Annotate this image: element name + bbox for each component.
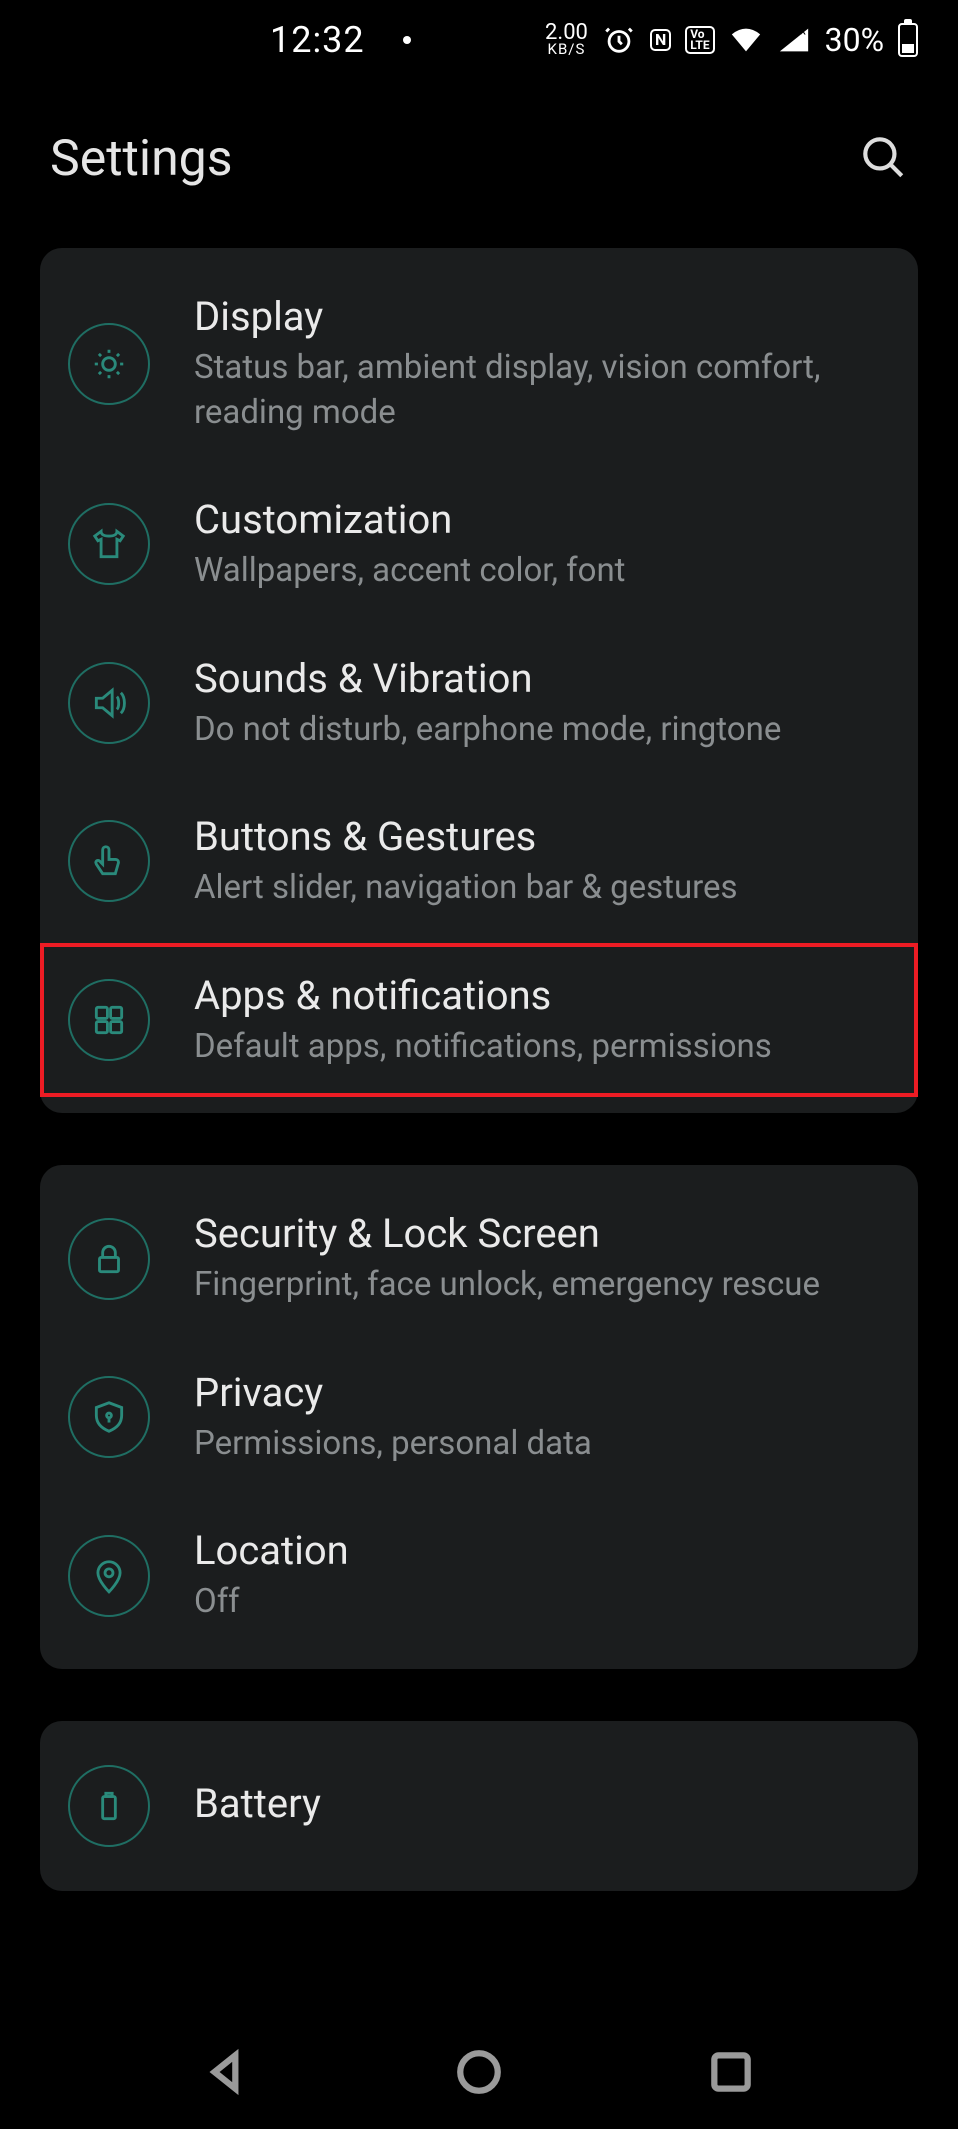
status-bar: 12:32 2.00 KB/S N VoLTE x 30% xyxy=(0,0,958,80)
settings-item-subtitle: Status bar, ambient display, vision comf… xyxy=(194,346,888,435)
settings-group: Security & Lock Screen Fingerprint, face… xyxy=(40,1165,918,1669)
settings-item-sounds[interactable]: Sounds & Vibration Do not disturb, earph… xyxy=(40,624,918,783)
shield-icon xyxy=(68,1376,150,1458)
brightness-icon xyxy=(68,323,150,405)
settings-item-title: Display xyxy=(194,292,888,342)
settings-group: Display Status bar, ambient display, vis… xyxy=(40,248,918,1113)
apps-icon xyxy=(68,979,150,1061)
tshirt-icon xyxy=(68,503,150,585)
nfc-icon: N xyxy=(650,29,671,51)
speaker-icon xyxy=(68,662,150,744)
settings-item-apps[interactable]: Apps & notifications Default apps, notif… xyxy=(38,941,920,1100)
settings-item-title: Battery xyxy=(194,1779,888,1829)
search-button[interactable] xyxy=(858,132,908,186)
pin-icon xyxy=(68,1535,150,1617)
settings-item-subtitle: Off xyxy=(194,1580,888,1625)
settings-item-location[interactable]: Location Off xyxy=(40,1496,918,1655)
nav-back-button[interactable] xyxy=(202,2047,252,2101)
notification-dot-icon xyxy=(403,36,411,44)
gesture-icon xyxy=(68,820,150,902)
header: Settings xyxy=(0,80,958,248)
settings-item-title: Customization xyxy=(194,495,888,545)
settings-item-buttons[interactable]: Buttons & Gestures Alert slider, navigat… xyxy=(40,782,918,941)
settings-item-subtitle: Permissions, personal data xyxy=(194,1422,888,1467)
settings-item-subtitle: Do not disturb, earphone mode, ringtone xyxy=(194,708,888,753)
nav-recent-button[interactable] xyxy=(706,2047,756,2101)
settings-item-subtitle: Alert slider, navigation bar & gestures xyxy=(194,866,888,911)
settings-item-battery[interactable]: Battery xyxy=(40,1735,918,1877)
settings-item-privacy[interactable]: Privacy Permissions, personal data xyxy=(40,1338,918,1497)
settings-item-title: Privacy xyxy=(194,1368,888,1418)
cellular-icon: x xyxy=(777,23,811,57)
settings-group: Battery xyxy=(40,1721,918,1891)
settings-item-display[interactable]: Display Status bar, ambient display, vis… xyxy=(40,262,918,465)
settings-item-title: Apps & notifications xyxy=(194,971,888,1021)
settings-item-title: Buttons & Gestures xyxy=(194,812,888,862)
status-time: 12:32 xyxy=(270,19,365,61)
settings-item-title: Sounds & Vibration xyxy=(194,654,888,704)
nav-home-button[interactable] xyxy=(454,2047,504,2101)
alarm-icon xyxy=(602,23,636,57)
battery-icon xyxy=(68,1765,150,1847)
navigation-bar xyxy=(0,2019,958,2129)
svg-text:x: x xyxy=(799,23,806,38)
settings-list: Display Status bar, ambient display, vis… xyxy=(0,248,958,1891)
battery-percent: 30% xyxy=(825,21,884,59)
settings-item-title: Location xyxy=(194,1526,888,1576)
network-speed: 2.00 KB/S xyxy=(545,24,588,55)
lock-icon xyxy=(68,1218,150,1300)
settings-item-customization[interactable]: Customization Wallpapers, accent color, … xyxy=(40,465,918,624)
battery-level-icon xyxy=(898,23,918,57)
wifi-icon xyxy=(729,23,763,57)
settings-item-subtitle: Fingerprint, face unlock, emergency resc… xyxy=(194,1263,888,1308)
page-title: Settings xyxy=(50,130,233,188)
settings-item-subtitle: Default apps, notifications, permissions xyxy=(194,1025,888,1070)
settings-item-title: Security & Lock Screen xyxy=(194,1209,888,1259)
settings-item-subtitle: Wallpapers, accent color, font xyxy=(194,549,888,594)
volte-icon: VoLTE xyxy=(685,26,714,54)
settings-item-security[interactable]: Security & Lock Screen Fingerprint, face… xyxy=(40,1179,918,1338)
